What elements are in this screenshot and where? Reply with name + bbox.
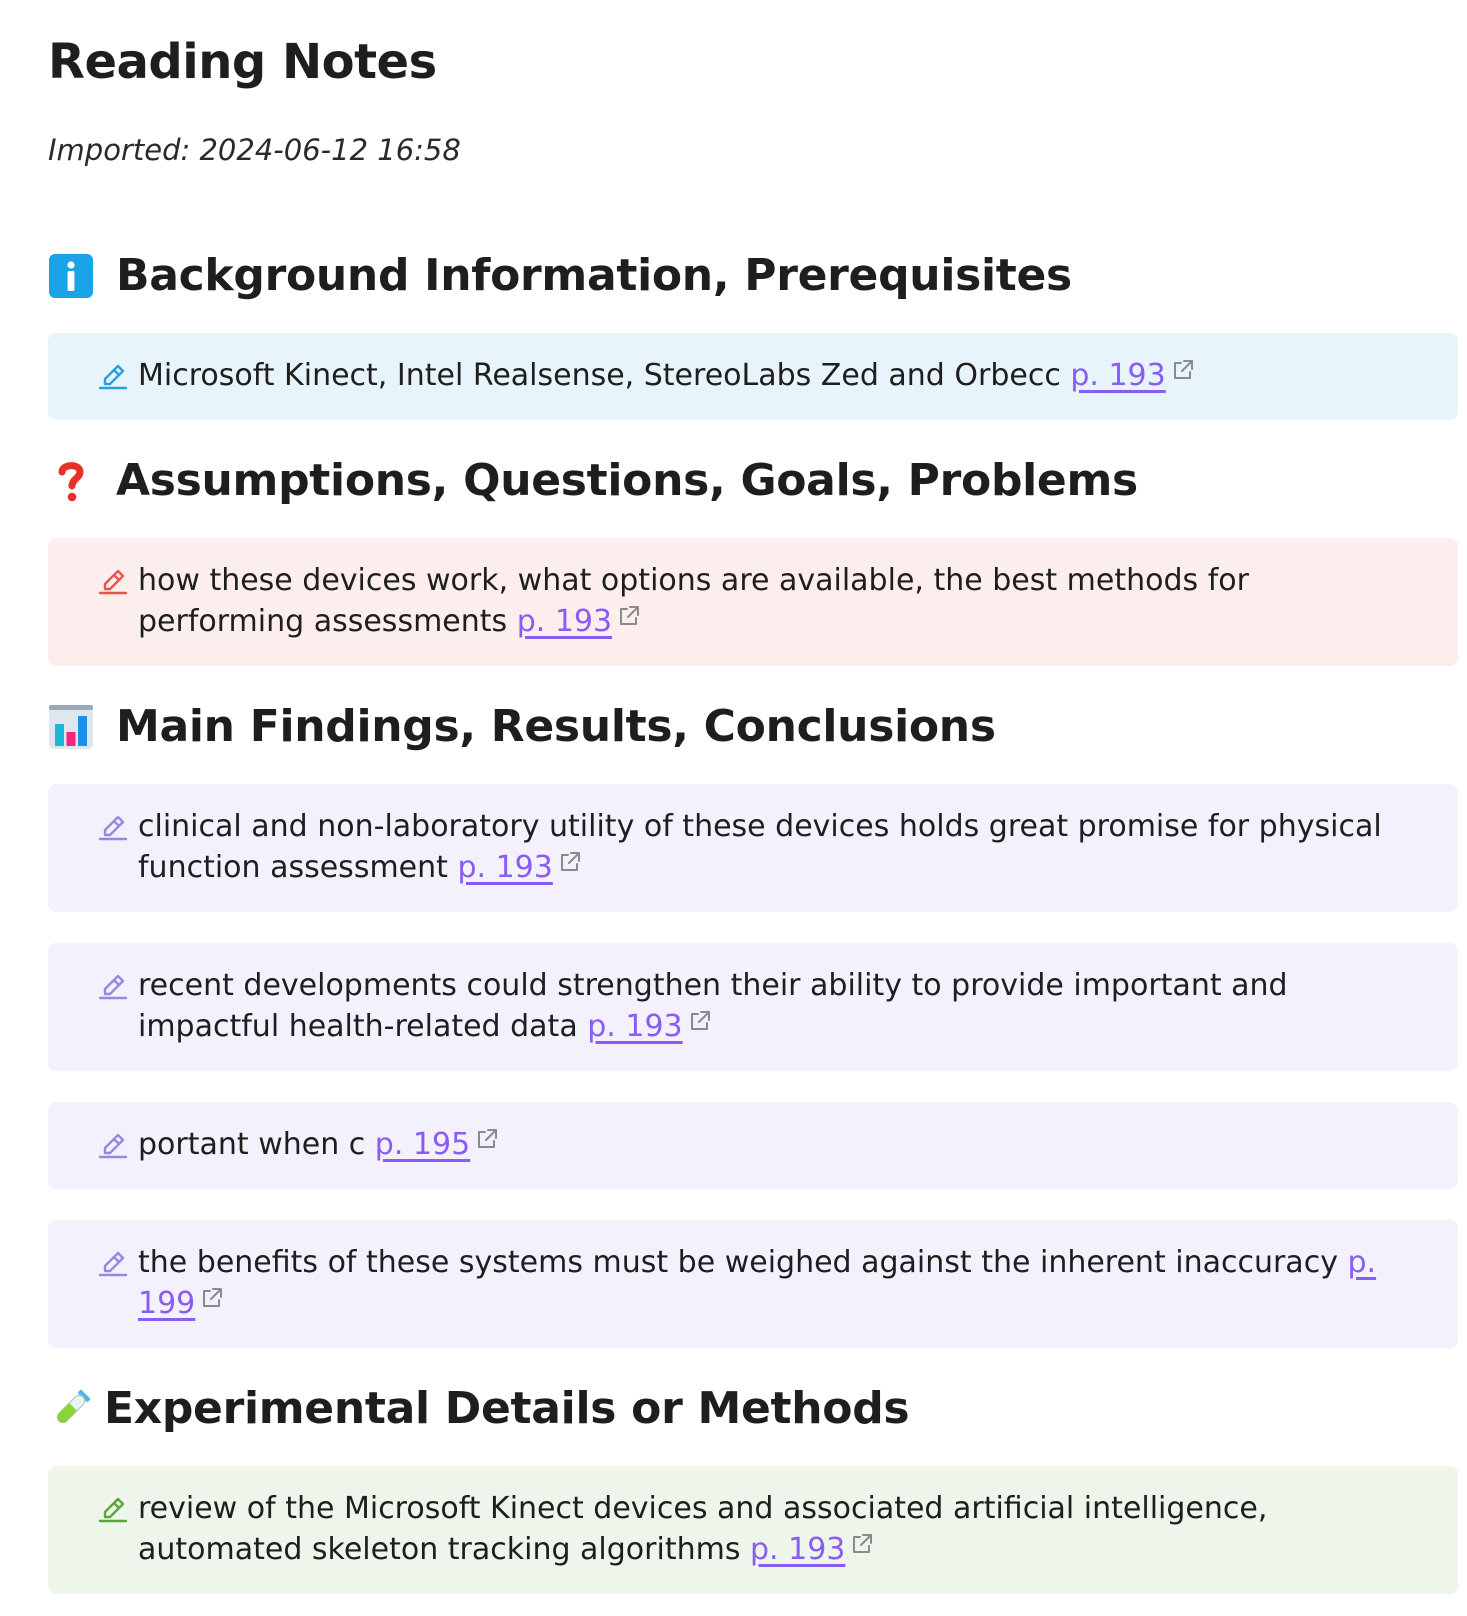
highlighter-icon xyxy=(98,1251,128,1277)
external-link-icon[interactable] xyxy=(474,1126,500,1152)
external-link-icon[interactable] xyxy=(616,603,642,629)
note-text: review of the Microsoft Kinect devices a… xyxy=(138,1491,1268,1567)
section-heading-background: Background Information, Prerequisites xyxy=(48,248,1458,304)
highlighter-icon xyxy=(98,974,128,1000)
note-card: clinical and non-laboratory utility of t… xyxy=(48,784,1458,912)
note-card: Microsoft Kinect, Intel Realsense, Stere… xyxy=(48,333,1458,420)
note-card: recent developments could strengthen the… xyxy=(48,943,1458,1071)
note-card: how these devices work, what options are… xyxy=(48,538,1458,666)
section-title: Main Findings, Results, Conclusions xyxy=(116,701,996,752)
external-link-icon[interactable] xyxy=(557,849,583,875)
page-link[interactable]: p. 193 xyxy=(457,850,552,885)
page-title: Reading Notes xyxy=(48,34,437,90)
page-link[interactable]: p. 193 xyxy=(750,1532,845,1567)
highlighter-icon xyxy=(98,815,128,841)
external-link-icon[interactable] xyxy=(1170,357,1196,383)
note-card: the benefits of these systems must be we… xyxy=(48,1220,1458,1348)
note-text: clinical and non-laboratory utility of t… xyxy=(138,809,1382,885)
imported-timestamp: Imported: 2024-06-12 16:58 xyxy=(48,133,461,167)
page-link[interactable]: p. 193 xyxy=(1070,358,1165,393)
test-tube-icon xyxy=(48,1386,94,1432)
note-text: how these devices work, what options are… xyxy=(138,563,1249,639)
note-text: Microsoft Kinect, Intel Realsense, Stere… xyxy=(138,358,1061,393)
section-heading-methods: Experimental Details or Methods xyxy=(48,1381,1458,1437)
bar-chart-icon xyxy=(48,704,94,750)
section-title: Experimental Details or Methods xyxy=(104,1383,910,1434)
highlighter-icon xyxy=(98,1497,128,1523)
section-heading-assumptions: Assumptions, Questions, Goals, Problems xyxy=(48,453,1458,509)
section-heading-findings: Main Findings, Results, Conclusions xyxy=(48,699,1458,755)
external-link-icon[interactable] xyxy=(687,1008,713,1034)
highlighter-icon xyxy=(98,364,128,390)
page-link[interactable]: p. 195 xyxy=(375,1127,470,1162)
note-card: portant when c p. 195 xyxy=(48,1102,1458,1189)
external-link-icon[interactable] xyxy=(199,1285,225,1311)
note-text: portant when c xyxy=(138,1127,366,1162)
note-card: review of the Microsoft Kinect devices a… xyxy=(48,1466,1458,1594)
page-link[interactable]: p. 193 xyxy=(517,604,612,639)
note-text: the benefits of these systems must be we… xyxy=(138,1245,1338,1280)
section-title: Assumptions, Questions, Goals, Problems xyxy=(116,455,1138,506)
highlighter-icon xyxy=(98,569,128,595)
note-text: recent developments could strengthen the… xyxy=(138,968,1288,1044)
reading-notes-page: Reading Notes Imported: 2024-06-12 16:58… xyxy=(0,0,1458,1594)
highlighter-icon xyxy=(98,1133,128,1159)
info-icon xyxy=(48,253,94,299)
section-title: Background Information, Prerequisites xyxy=(116,250,1072,301)
external-link-icon[interactable] xyxy=(849,1531,875,1557)
page-link[interactable]: p. 193 xyxy=(587,1009,682,1044)
question-mark-icon xyxy=(48,458,94,504)
